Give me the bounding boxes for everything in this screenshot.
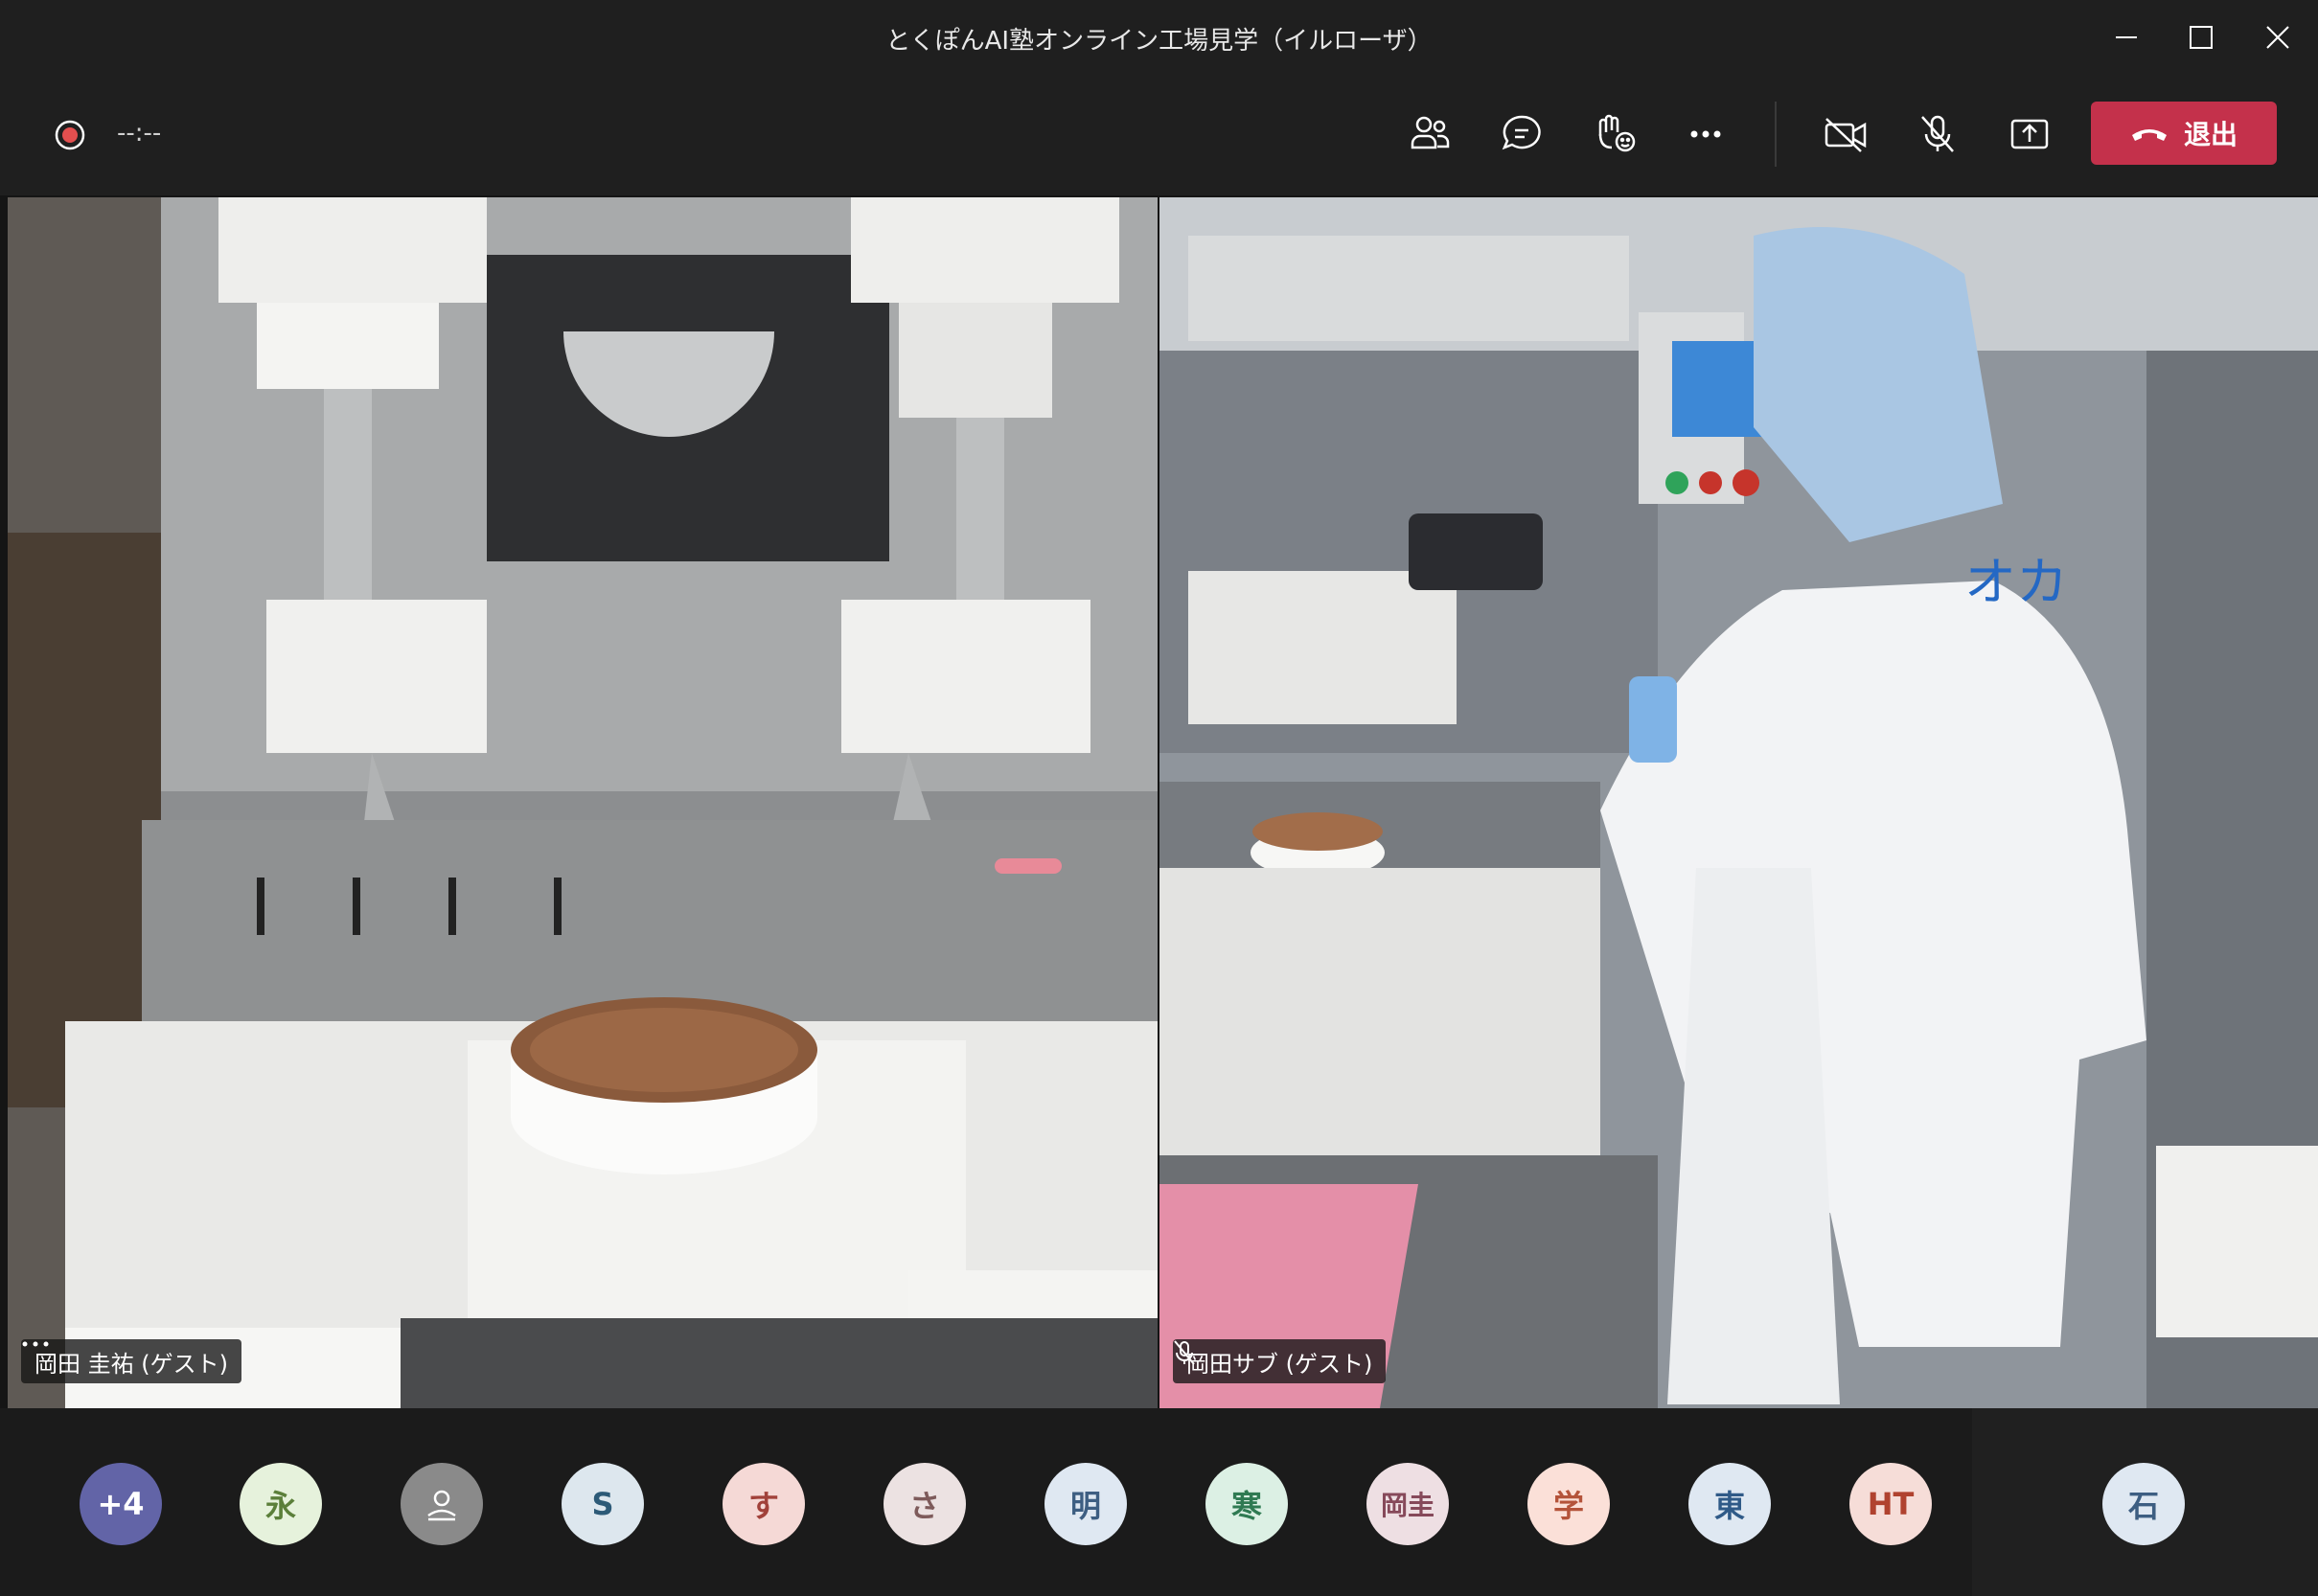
participant-avatar[interactable]: S bbox=[562, 1463, 644, 1545]
meeting-toolbar bbox=[0, 75, 2318, 195]
participant-name: 岡田サブ (ゲスト) bbox=[1186, 1350, 1373, 1378]
recording-indicator bbox=[54, 119, 86, 151]
camera-off-icon bbox=[1825, 118, 1867, 152]
participant-avatar[interactable]: 学 bbox=[1527, 1463, 1610, 1545]
video-tile-1[interactable]: 岡田 圭祐 (ゲスト) bbox=[8, 197, 1158, 1408]
participant-avatar[interactable]: 寒 bbox=[1205, 1463, 1288, 1545]
share-icon bbox=[2010, 119, 2049, 149]
meeting-timer: --:-- bbox=[117, 119, 162, 148]
more-options-icon[interactable] bbox=[21, 1339, 50, 1349]
video-tile-2[interactable]: オカ 岡田サブ (ゲスト) bbox=[1159, 197, 2318, 1408]
minimize-icon bbox=[2116, 36, 2137, 38]
participant-avatar[interactable]: 石 bbox=[2102, 1463, 2185, 1545]
chat-button[interactable] bbox=[1493, 105, 1550, 163]
maximize-icon bbox=[2190, 26, 2213, 49]
svg-text:オカ: オカ bbox=[1964, 552, 2068, 612]
people-icon bbox=[1411, 116, 1450, 149]
more-participants-avatar[interactable]: +4 bbox=[80, 1463, 162, 1545]
video-feed-worker: オカ bbox=[1159, 197, 2318, 1408]
raise-hand-icon bbox=[1598, 114, 1636, 152]
title-bar: とくぽんAI塾オンライン工場見学（イルローザ） bbox=[0, 0, 2318, 75]
mic-off-icon bbox=[1921, 115, 1954, 152]
share-screen-button[interactable] bbox=[2001, 105, 2058, 163]
more-actions-button[interactable] bbox=[1677, 105, 1734, 163]
participant-name-tag: 岡田 圭祐 (ゲスト) bbox=[21, 1339, 241, 1383]
participants-button[interactable] bbox=[1401, 105, 1458, 163]
muted-mic-icon bbox=[1174, 1340, 1195, 1365]
phone-hangup-icon bbox=[2131, 129, 2167, 141]
participant-name-tag: 岡田サブ (ゲスト) bbox=[1173, 1339, 1387, 1383]
record-icon bbox=[55, 120, 85, 150]
person-icon bbox=[427, 1490, 456, 1521]
participant-avatar[interactable]: 永 bbox=[240, 1463, 322, 1545]
participant-name: 岡田 圭祐 (ゲスト) bbox=[34, 1350, 228, 1378]
participant-roster bbox=[0, 1408, 2318, 1596]
reactions-button[interactable] bbox=[1585, 105, 1642, 163]
participant-avatar[interactable]: 岡圭 bbox=[1366, 1463, 1449, 1545]
close-window-button[interactable] bbox=[2254, 13, 2302, 61]
leave-label: 退出 bbox=[2183, 119, 2238, 150]
participant-avatar[interactable] bbox=[401, 1463, 483, 1545]
chat-icon bbox=[1502, 115, 1541, 150]
close-icon bbox=[2266, 26, 2289, 49]
mic-toggle-button[interactable] bbox=[1909, 105, 1966, 163]
minimize-button[interactable] bbox=[2102, 13, 2150, 61]
participant-avatar[interactable]: HT bbox=[1849, 1463, 1932, 1545]
more-icon bbox=[1690, 130, 1721, 138]
maximize-button[interactable] bbox=[2177, 13, 2225, 61]
leave-button[interactable]: 退出 bbox=[2091, 102, 2277, 165]
toolbar-divider bbox=[1775, 102, 1777, 167]
participant-avatar[interactable]: 東 bbox=[1688, 1463, 1771, 1545]
window-title: とくぽんAI塾オンライン工場見学（イルローザ） bbox=[885, 27, 1433, 56]
participant-avatar[interactable]: 明 bbox=[1044, 1463, 1127, 1545]
camera-toggle-button[interactable] bbox=[1817, 105, 1874, 163]
participant-avatar[interactable]: さ bbox=[884, 1463, 966, 1545]
video-feed-machine bbox=[8, 197, 1158, 1408]
participant-avatar[interactable]: す bbox=[723, 1463, 805, 1545]
